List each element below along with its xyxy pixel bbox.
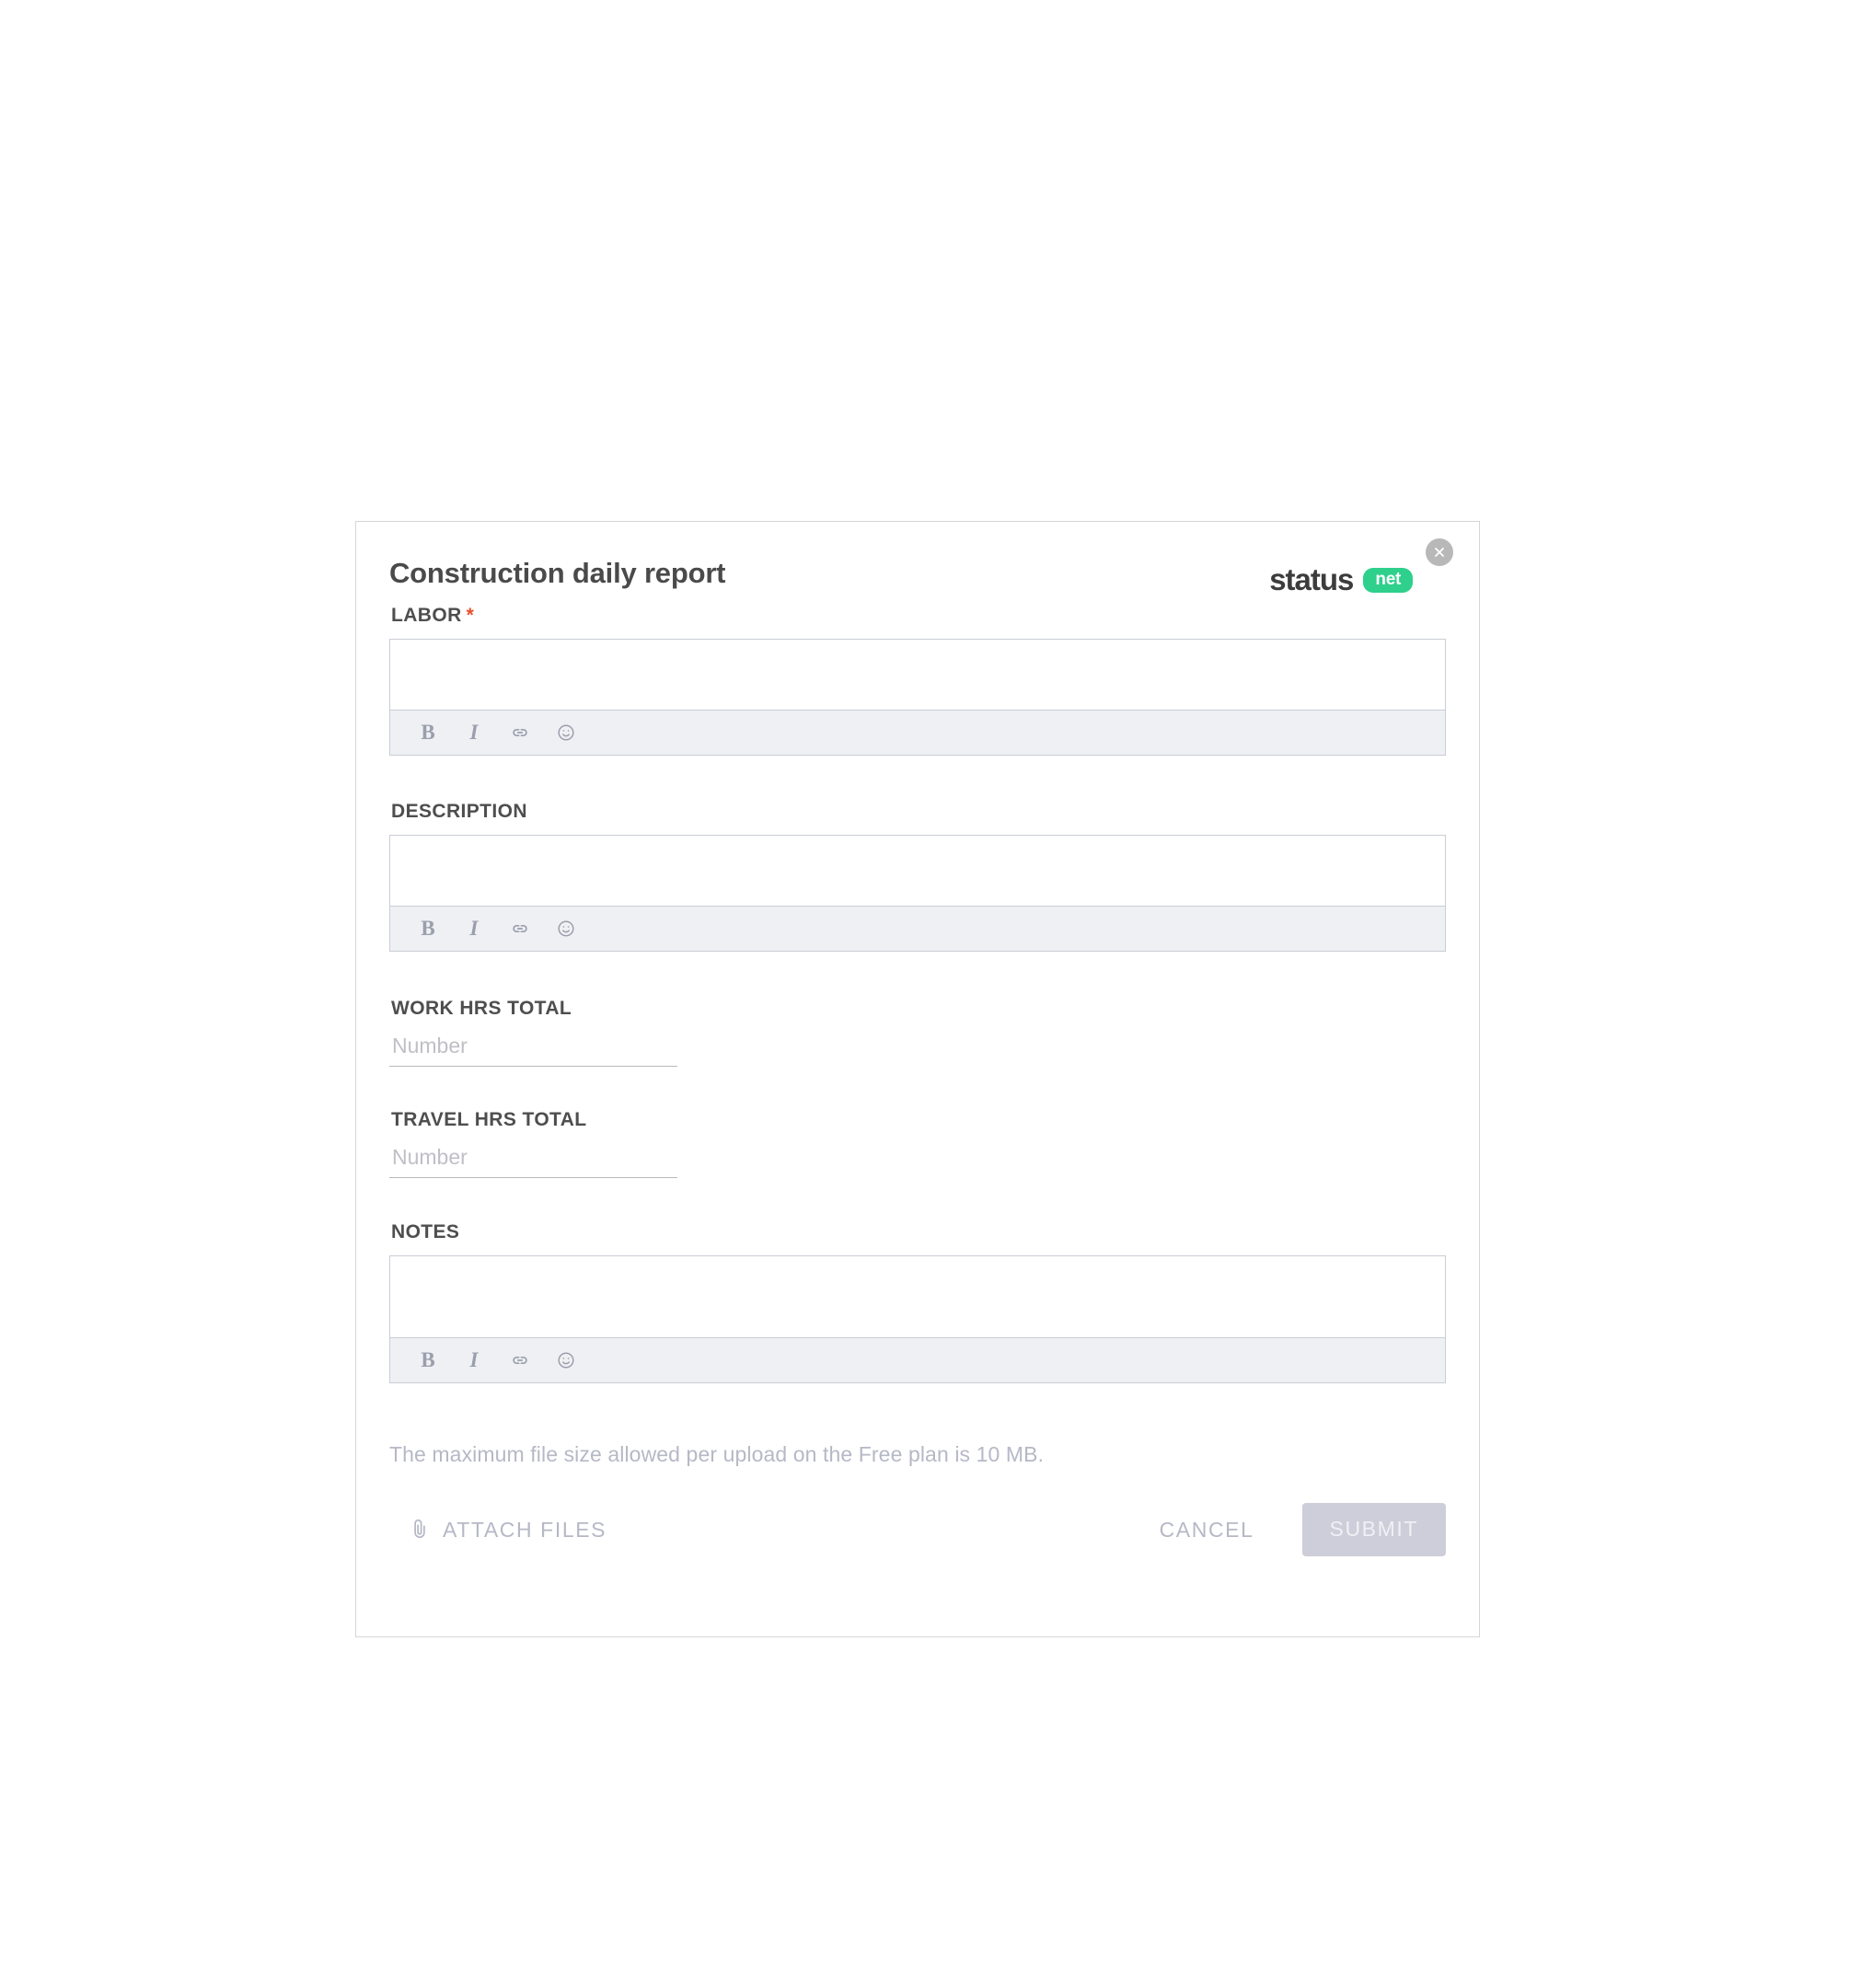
link-icon[interactable] bbox=[508, 721, 532, 745]
attach-files-label: ATTACH FILES bbox=[443, 1517, 607, 1542]
construction-daily-report-dialog: Construction daily report status net LAB… bbox=[355, 521, 1480, 1637]
labor-input[interactable] bbox=[390, 640, 1445, 710]
attach-files-button[interactable]: ATTACH FILES bbox=[389, 1517, 607, 1543]
rich-text-editor-labor: B I bbox=[389, 639, 1446, 756]
work-hrs-total-input[interactable] bbox=[389, 1032, 677, 1067]
field-label-description: DESCRIPTION bbox=[391, 801, 527, 822]
link-icon[interactable] bbox=[508, 1348, 532, 1372]
field-label-travel-hrs-total: TRAVEL HRS TOTAL bbox=[391, 1109, 587, 1130]
bold-icon[interactable]: B bbox=[416, 1348, 440, 1372]
italic-icon[interactable]: I bbox=[462, 917, 486, 941]
field-description: DESCRIPTION B I bbox=[389, 801, 1446, 952]
bold-icon[interactable]: B bbox=[416, 917, 440, 941]
field-label-labor-text: LABOR bbox=[391, 605, 462, 626]
field-notes: NOTES B I bbox=[389, 1221, 1446, 1383]
emoji-icon[interactable] bbox=[554, 721, 578, 745]
emoji-icon[interactable] bbox=[554, 1348, 578, 1372]
emoji-icon[interactable] bbox=[554, 917, 578, 941]
rich-text-toolbar-notes: B I bbox=[390, 1337, 1445, 1382]
field-label-work-hrs-total: WORK HRS TOTAL bbox=[391, 998, 572, 1019]
italic-icon[interactable]: I bbox=[462, 721, 486, 745]
dialog-footer: ATTACH FILES CANCEL SUBMIT bbox=[389, 1503, 1446, 1556]
notes-input[interactable] bbox=[390, 1256, 1445, 1337]
cancel-button[interactable]: CANCEL bbox=[1154, 1508, 1260, 1552]
field-travel-hrs-total: TRAVEL HRS TOTAL bbox=[389, 1109, 1446, 1178]
brand-pill-badge: net bbox=[1363, 567, 1413, 593]
dialog-header: Construction daily report status net bbox=[389, 538, 1453, 605]
field-labor: LABOR * B I bbox=[389, 605, 1446, 756]
rich-text-editor-description: B I bbox=[389, 835, 1446, 952]
required-asterisk: * bbox=[466, 605, 475, 626]
rich-text-toolbar-labor: B I bbox=[390, 710, 1445, 755]
submit-button[interactable]: SUBMIT bbox=[1301, 1503, 1446, 1556]
rich-text-toolbar-description: B I bbox=[390, 906, 1445, 951]
italic-icon[interactable]: I bbox=[462, 1348, 486, 1372]
close-icon[interactable] bbox=[1426, 538, 1453, 566]
paperclip-icon bbox=[410, 1517, 430, 1543]
field-work-hrs-total: WORK HRS TOTAL bbox=[389, 998, 1446, 1067]
rich-text-editor-notes: B I bbox=[389, 1255, 1446, 1383]
field-label-notes: NOTES bbox=[391, 1221, 460, 1242]
link-icon[interactable] bbox=[508, 917, 532, 941]
brand-logo: status net bbox=[1269, 562, 1413, 597]
page-title: Construction daily report bbox=[389, 557, 726, 589]
bold-icon[interactable]: B bbox=[416, 721, 440, 745]
description-input[interactable] bbox=[390, 836, 1445, 906]
brand-wordmark: status bbox=[1269, 562, 1354, 596]
field-label-labor: LABOR * bbox=[391, 605, 1446, 627]
close-x-glyph bbox=[1435, 548, 1444, 557]
travel-hrs-total-input[interactable] bbox=[389, 1143, 677, 1178]
file-size-note: The maximum file size allowed per upload… bbox=[389, 1442, 1045, 1466]
